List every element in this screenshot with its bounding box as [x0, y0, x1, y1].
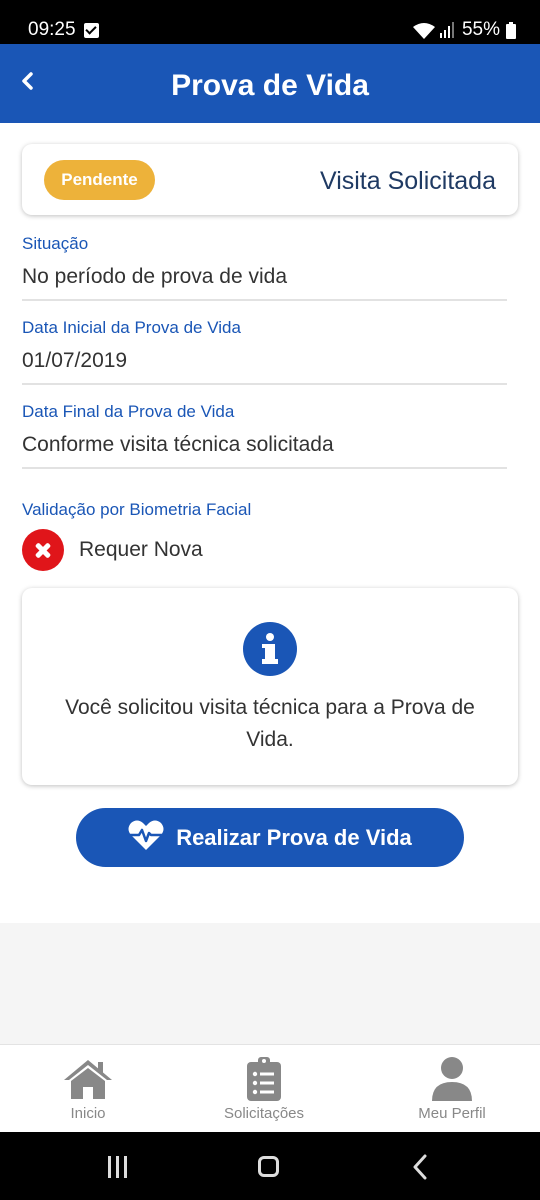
- nav-label: Solicitações: [223, 1105, 305, 1122]
- status-badge: Pendente: [44, 160, 155, 200]
- system-navigation-bar: [0, 1132, 540, 1200]
- nav-label: Inicio: [70, 1105, 106, 1122]
- home-icon: [0, 1057, 178, 1101]
- info-message: Você solicitou visita técnica para a Pro…: [65, 696, 475, 751]
- divider: [22, 383, 507, 385]
- info-icon: [243, 622, 297, 676]
- field-data-final: Data Final da Prova de Vida Conforme vis…: [22, 402, 507, 469]
- nav-item-inicio[interactable]: Inicio: [0, 1057, 178, 1122]
- field-value: No período de prova de vida: [22, 265, 288, 288]
- clipboard-list-icon: [174, 1057, 354, 1101]
- error-x-icon: [22, 529, 64, 571]
- app-header: Prova de Vida: [0, 44, 540, 123]
- field-label: Situação: [22, 234, 89, 253]
- heartbeat-icon: [128, 819, 164, 856]
- field-value: 01/07/2019: [22, 349, 128, 372]
- info-card: Você solicitou visita técnica para a Pro…: [22, 588, 518, 785]
- field-value: Conforme visita técnica solicitada: [22, 433, 334, 456]
- biometry-status: Requer Nova: [79, 538, 203, 561]
- field-situacao: Situação No período de prova de vida: [22, 234, 507, 301]
- nav-item-meu-perfil[interactable]: Meu Perfil: [362, 1057, 540, 1122]
- status-bar: 09:25 55%: [0, 0, 540, 44]
- recents-icon[interactable]: [107, 1156, 129, 1183]
- status-time: 09:25: [28, 19, 76, 40]
- signal-icon: [439, 22, 456, 38]
- status-text: Visita Solicitada: [319, 167, 496, 195]
- page-title: Prova de Vida: [171, 69, 369, 102]
- divider: [22, 299, 507, 301]
- battery-icon: [506, 21, 516, 39]
- nav-label: Meu Perfil: [418, 1105, 486, 1122]
- divider: [22, 467, 507, 469]
- home-button-icon[interactable]: [258, 1156, 279, 1177]
- user-icon: [362, 1057, 540, 1101]
- nav-item-solicitacoes[interactable]: Solicitações: [174, 1057, 354, 1122]
- realizar-prova-de-vida-button[interactable]: Realizar Prova de Vida: [76, 808, 464, 867]
- status-icons: 55%: [412, 19, 516, 41]
- empty-area: [0, 923, 540, 1044]
- notification-check-icon: [84, 23, 99, 38]
- field-data-inicial: Data Inicial da Prova de Vida 01/07/2019: [22, 318, 507, 385]
- system-back-icon[interactable]: [412, 1154, 428, 1185]
- field-label: Data Inicial da Prova de Vida: [22, 318, 241, 337]
- biometry-status-row: Requer Nova: [22, 529, 203, 571]
- wifi-icon: [412, 22, 435, 39]
- status-card: Pendente Visita Solicitada: [22, 144, 518, 215]
- biometry-label: Validação por Biometria Facial: [22, 500, 252, 519]
- button-label: Realizar Prova de Vida: [176, 824, 412, 850]
- field-label: Data Final da Prova de Vida: [22, 402, 235, 421]
- bottom-nav: Inicio Solicitações Meu Perfil: [0, 1044, 540, 1132]
- battery-percent: 55%: [461, 19, 500, 40]
